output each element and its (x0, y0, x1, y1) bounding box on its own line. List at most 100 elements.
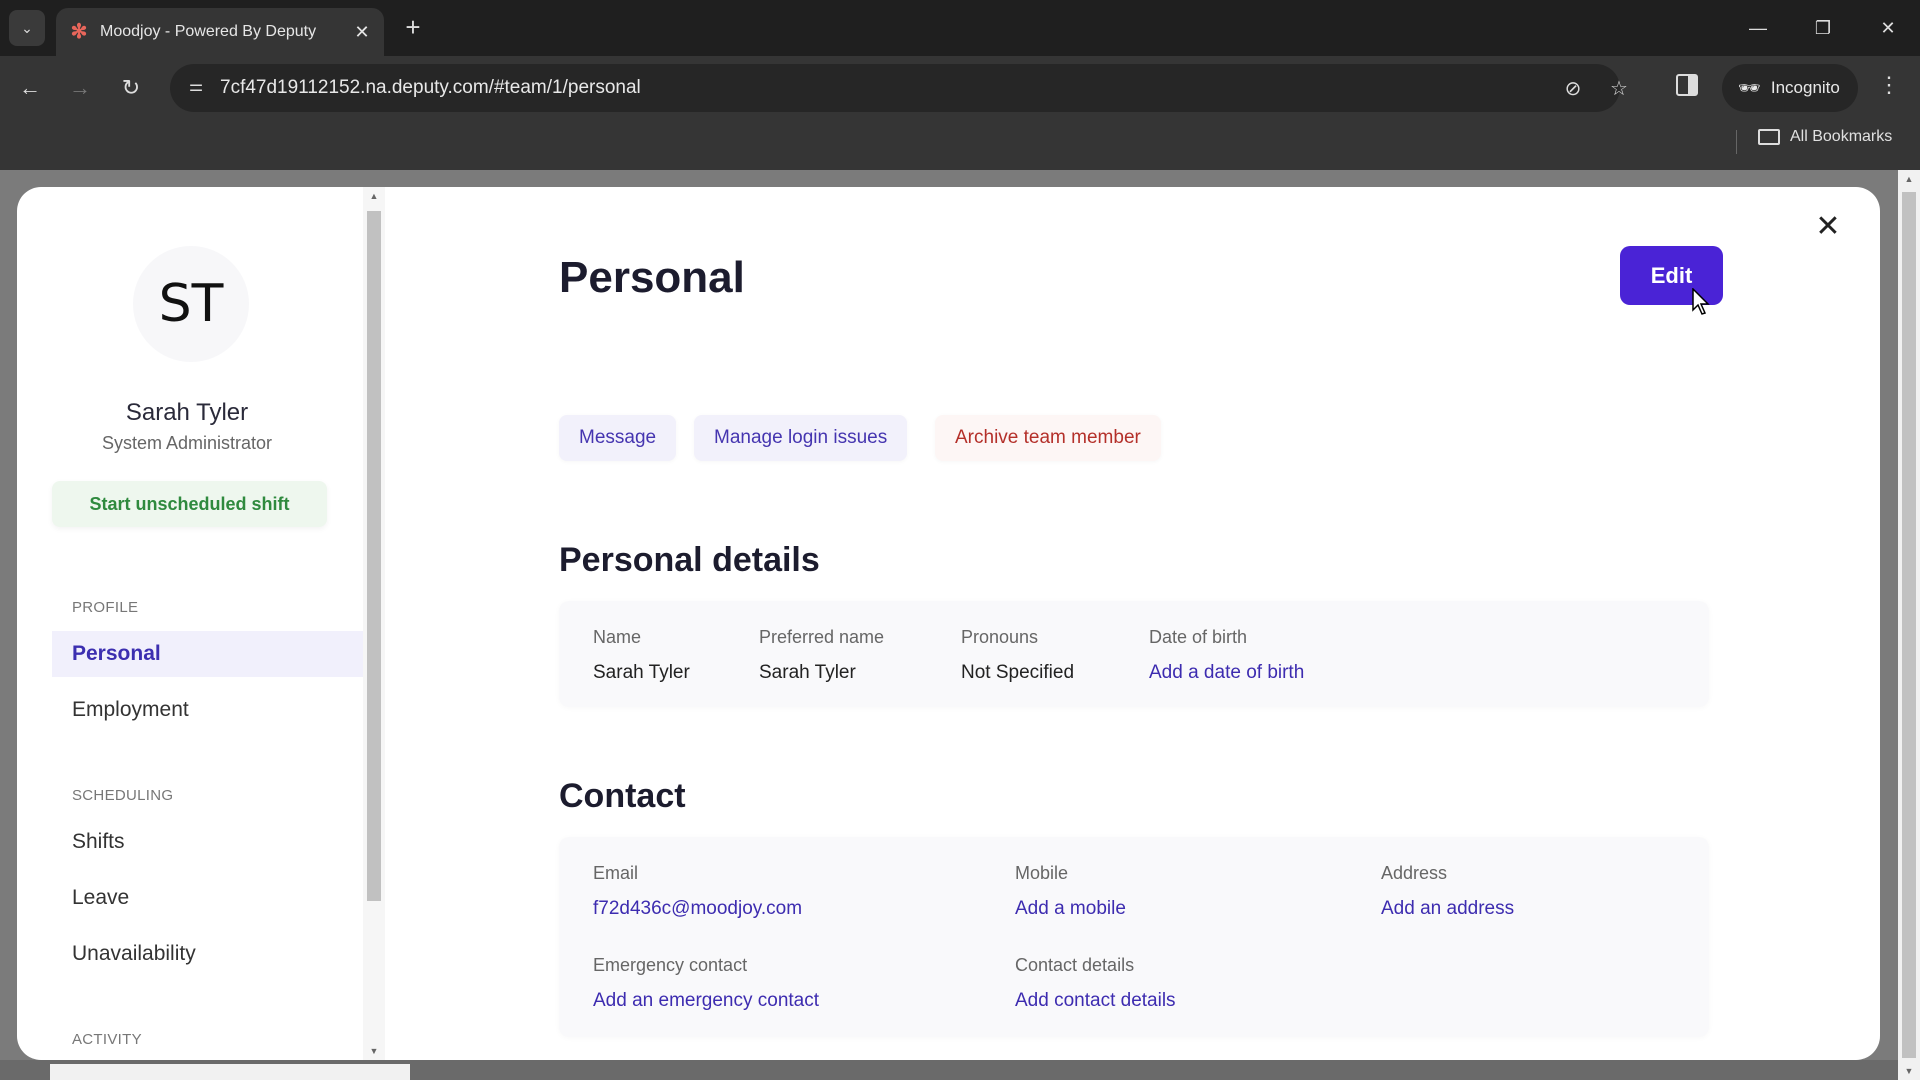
field-emergency-contact: Emergency contact Add an emergency conta… (593, 955, 819, 1012)
incognito-indicator[interactable]: 🕶 Incognito (1722, 64, 1858, 112)
scroll-down-icon[interactable]: ▼ (363, 1046, 385, 1056)
email-link[interactable]: f72d436c@moodjoy.com (593, 898, 802, 920)
message-button[interactable]: Message (559, 415, 677, 461)
sidebar-item-label: Personal (72, 642, 161, 665)
scrollbar-thumb[interactable] (367, 211, 381, 901)
close-modal-button[interactable]: ✕ (1812, 211, 1844, 243)
field-label: Emergency contact (593, 955, 748, 975)
back-button[interactable]: ← (14, 72, 46, 104)
field-label: Mobile (1015, 863, 1069, 883)
close-tab-icon[interactable]: ✕ (352, 22, 372, 43)
manage-login-issues-button[interactable]: Manage login issues (694, 415, 908, 461)
mouse-cursor-icon (1692, 288, 1710, 315)
start-unscheduled-shift-button[interactable]: Start unscheduled shift (52, 481, 327, 527)
plus-icon: + (405, 12, 421, 42)
field-value: Sarah Tyler (759, 662, 856, 683)
page-vertical-scrollbar[interactable]: ▲ ▼ (1898, 170, 1920, 1080)
add-contact-details-link[interactable]: Add contact details (1015, 990, 1176, 1012)
avatar: ST (133, 246, 249, 362)
field-pronouns: Pronouns Not Specified (961, 627, 1074, 684)
sidebar-item-employment[interactable]: Employment (52, 687, 374, 733)
add-mobile-link[interactable]: Add a mobile (1015, 898, 1126, 920)
add-address-link[interactable]: Add an address (1381, 898, 1514, 920)
arrow-right-icon: → (69, 75, 91, 100)
browser-tab-bar: ⌄ ✻ Moodjoy - Powered By Deputy ✕ + — ❐ … (0, 0, 1920, 56)
field-value: Sarah Tyler (593, 662, 690, 683)
archive-team-member-button[interactable]: Archive team member (935, 415, 1161, 461)
minimize-button[interactable]: — (1733, 10, 1783, 46)
more-vert-icon: ⋮ (1878, 72, 1900, 97)
page-horizontal-scrollbar[interactable] (0, 1060, 1898, 1080)
url-text[interactable]: 7cf47d19112152.na.deputy.com/#team/1/per… (220, 77, 641, 99)
forward-button[interactable]: → (64, 72, 96, 104)
scroll-up-icon[interactable]: ▲ (363, 191, 385, 201)
bookmarks-bar: All Bookmarks (0, 120, 1920, 170)
field-label: Preferred name (759, 627, 885, 647)
deputy-logo-icon: ✻ (70, 21, 88, 43)
browser-toolbar: ← → ↻ ⚌ 7cf47d19112152.na.deputy.com/#te… (0, 56, 1920, 120)
sidebar-item-leave[interactable]: Leave (52, 875, 374, 921)
field-address: Address Add an address (1381, 863, 1514, 920)
tab-title: Moodjoy - Powered By Deputy (100, 23, 317, 40)
chevron-down-icon: ⌄ (21, 19, 33, 36)
all-bookmarks-button[interactable]: All Bookmarks (1758, 128, 1892, 146)
contact-heading: Contact (559, 777, 686, 815)
incognito-icon: 🕶 (1738, 77, 1761, 98)
field-label: Name (593, 627, 642, 647)
divider (1736, 130, 1737, 154)
star-icon[interactable]: ☆ (1606, 76, 1632, 102)
sidebar-item-label: Unavailability (72, 942, 196, 965)
address-bar[interactable]: ⚌ 7cf47d19112152.na.deputy.com/#team/1/p… (170, 64, 1628, 112)
scrollbar-thumb[interactable] (1902, 192, 1916, 1058)
section-heading-profile: PROFILE (72, 599, 139, 616)
personal-details-card: Name Sarah Tyler Preferred name Sarah Ty… (559, 601, 1709, 707)
add-date-of-birth-link[interactable]: Add a date of birth (1149, 662, 1304, 684)
scroll-up-icon[interactable]: ▲ (1898, 174, 1920, 184)
restore-button[interactable]: ❐ (1798, 10, 1848, 46)
field-name: Name Sarah Tyler (593, 627, 690, 684)
section-heading-scheduling: SCHEDULING (72, 787, 174, 804)
add-emergency-contact-link[interactable]: Add an emergency contact (593, 990, 819, 1012)
sidebar-item-personal[interactable]: Personal (52, 631, 374, 677)
personal-panel: Personal Edit ✕ Message Manage login iss… (385, 187, 1880, 1060)
new-tab-button[interactable]: + (398, 12, 428, 43)
browser-tab-active[interactable]: ✻ Moodjoy - Powered By Deputy ✕ (56, 8, 384, 56)
profile-sidebar: ST Sarah Tyler System Administrator Star… (17, 187, 385, 1060)
tab-search-button[interactable]: ⌄ (9, 10, 45, 46)
close-icon: ✕ (1815, 210, 1841, 243)
field-label: Email (593, 863, 639, 883)
eye-off-icon[interactable]: ⊘ (1560, 76, 1586, 102)
field-contact-details: Contact details Add contact details (1015, 955, 1176, 1012)
sidebar-item-label: Employment (72, 698, 189, 721)
scroll-down-icon[interactable]: ▼ (1898, 1066, 1920, 1076)
reload-icon: ↻ (121, 75, 141, 100)
sidebar-scrollbar[interactable]: ▲ ▼ (363, 187, 385, 1060)
side-panel-icon[interactable] (1676, 74, 1698, 96)
sidebar-item-label: Leave (72, 886, 130, 909)
page-title: Personal (559, 253, 745, 302)
tune-icon[interactable]: ⚌ (184, 76, 208, 100)
contact-card: Email f72d436c@moodjoy.com Mobile Add a … (559, 837, 1709, 1037)
incognito-label: Incognito (1770, 78, 1840, 97)
reload-button[interactable]: ↻ (115, 72, 147, 104)
sidebar-item-label: Shifts (72, 830, 125, 853)
window-close-button[interactable]: ✕ (1863, 10, 1913, 46)
user-role: System Administrator (101, 433, 273, 453)
field-value: Not Specified (961, 662, 1075, 683)
field-label: Pronouns (961, 627, 1039, 647)
restore-icon: ❐ (1814, 17, 1832, 38)
field-date-of-birth: Date of birth Add a date of birth (1149, 627, 1304, 684)
scrollbar-thumb[interactable] (50, 1064, 410, 1080)
field-label: Contact details (1015, 955, 1135, 975)
field-label: Date of birth (1149, 627, 1248, 647)
section-heading-activity: ACTIVITY (72, 1031, 142, 1048)
user-name: Sarah Tyler (125, 399, 249, 426)
field-preferred-name: Preferred name Sarah Tyler (759, 627, 884, 684)
field-label: Address (1381, 863, 1448, 883)
sidebar-item-shifts[interactable]: Shifts (52, 819, 374, 865)
sidebar-item-unavailability[interactable]: Unavailability (52, 931, 374, 977)
browser-menu-button[interactable]: ⋮ (1876, 72, 1902, 98)
arrow-left-icon: ← (19, 75, 41, 100)
minimize-icon: — (1749, 17, 1767, 38)
team-member-modal: ST Sarah Tyler System Administrator Star… (17, 187, 1880, 1060)
